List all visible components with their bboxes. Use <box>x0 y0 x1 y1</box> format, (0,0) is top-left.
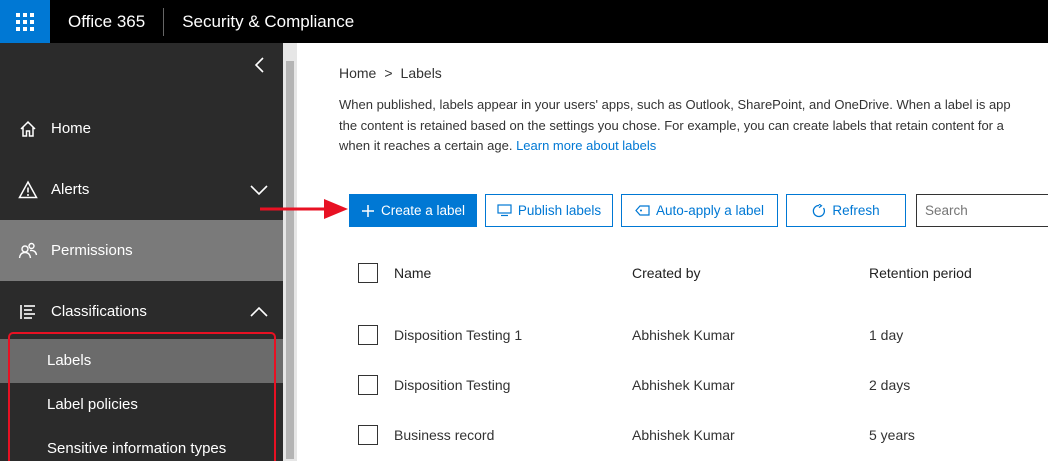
cell-retention: 5 years <box>869 427 915 443</box>
row-checkbox[interactable] <box>358 325 378 345</box>
cell-name: Disposition Testing <box>394 377 511 393</box>
table-row[interactable]: Disposition Testing 1 Abhishek Kumar 1 d… <box>349 310 1048 360</box>
cell-name: Business record <box>394 427 495 443</box>
cell-name: Disposition Testing 1 <box>394 327 523 343</box>
alert-icon <box>18 179 38 200</box>
sidebar-item-permissions[interactable]: Permissions <box>0 220 283 281</box>
breadcrumb-separator: > <box>384 65 393 81</box>
sidebar-item-label: Classifications <box>51 303 147 320</box>
cell-created-by: Abhishek Kumar <box>632 327 735 343</box>
publish-icon <box>497 204 512 217</box>
cell-created-by: Abhishek Kumar <box>632 427 735 443</box>
publish-labels-button[interactable]: Publish labels <box>485 194 613 227</box>
breadcrumb-current: Labels <box>400 65 442 81</box>
sidebar-item-label: Home <box>51 120 92 137</box>
cell-retention: 2 days <box>869 377 911 393</box>
sidebar-nav: Home Alerts Permissions Classifications … <box>0 43 283 461</box>
brand-link[interactable]: Office 365 <box>50 7 165 36</box>
scrollbar-thumb[interactable] <box>286 61 294 459</box>
main-content: Home > Labels When published, labels app… <box>297 43 1048 461</box>
toolbar: Create a label Publish labels Auto-apply… <box>349 194 1048 227</box>
sidebar-scrollbar[interactable] <box>283 43 297 461</box>
row-checkbox[interactable] <box>358 425 378 445</box>
refresh-icon <box>812 203 826 218</box>
list-icon <box>18 302 38 322</box>
cell-retention: 1 day <box>869 327 904 343</box>
tag-icon <box>635 204 650 217</box>
create-label-text: Create a label <box>380 203 466 218</box>
annotation-arrow-icon <box>260 199 348 219</box>
waffle-icon <box>16 12 34 31</box>
description-line-last: when it reaches a certain age. Learn mor… <box>339 136 1048 157</box>
search-input[interactable] <box>916 194 1048 227</box>
learn-more-link[interactable]: Learn more about labels <box>516 138 656 153</box>
top-bar: Office 365 Security & Compliance <box>0 0 1048 43</box>
plus-icon <box>361 204 375 218</box>
auto-apply-text: Auto-apply a label <box>655 203 765 218</box>
people-icon <box>18 241 38 261</box>
column-header-retention[interactable]: Retention period <box>869 265 972 281</box>
table-header: Name Created by Retention period <box>349 248 1048 298</box>
select-all-checkbox[interactable] <box>358 263 378 283</box>
description-text: when it reaches a certain age. <box>339 138 513 153</box>
table-row[interactable]: Business record Abhishek Kumar 5 years <box>349 410 1048 460</box>
sidebar-subitem-labels[interactable]: Labels <box>0 339 283 383</box>
sidebar-item-home[interactable]: Home <box>0 98 283 159</box>
sidebar-item-label: Permissions <box>51 242 133 259</box>
refresh-text: Refresh <box>832 203 880 218</box>
chevron-up-icon[interactable] <box>249 302 269 322</box>
column-header-name[interactable]: Name <box>394 265 431 281</box>
column-header-created-by[interactable]: Created by <box>632 265 700 281</box>
app-launcher-button[interactable] <box>0 0 50 43</box>
chevron-down-icon[interactable] <box>249 180 269 200</box>
auto-apply-label-button[interactable]: Auto-apply a label <box>621 194 778 227</box>
sidebar-item-alerts[interactable]: Alerts <box>0 159 283 220</box>
chevron-left-icon <box>254 57 264 73</box>
description-line: the content is retained based on the set… <box>339 117 1004 133</box>
breadcrumb-home-link[interactable]: Home <box>339 65 376 81</box>
table-row[interactable]: Disposition Testing Abhishek Kumar 2 day… <box>349 360 1048 410</box>
breadcrumb: Home > Labels <box>339 65 442 81</box>
sidebar-subitem-label-policies[interactable]: Label policies <box>0 383 283 427</box>
create-label-button[interactable]: Create a label <box>349 194 477 227</box>
sidebar-item-classifications[interactable]: Classifications <box>0 281 283 342</box>
page-description: When published, labels appear in your us… <box>339 95 1048 157</box>
sidebar-subitem-sensitive-info-types[interactable]: Sensitive information types <box>0 427 283 461</box>
description-line: When published, labels appear in your us… <box>339 97 1011 112</box>
row-checkbox[interactable] <box>358 375 378 395</box>
publish-labels-text: Publish labels <box>517 203 602 218</box>
home-icon <box>18 119 38 139</box>
refresh-button[interactable]: Refresh <box>786 194 906 227</box>
collapse-nav-button[interactable] <box>248 55 272 79</box>
cell-created-by: Abhishek Kumar <box>632 377 735 393</box>
app-title[interactable]: Security & Compliance <box>164 8 354 36</box>
sidebar-item-label: Alerts <box>51 181 90 198</box>
